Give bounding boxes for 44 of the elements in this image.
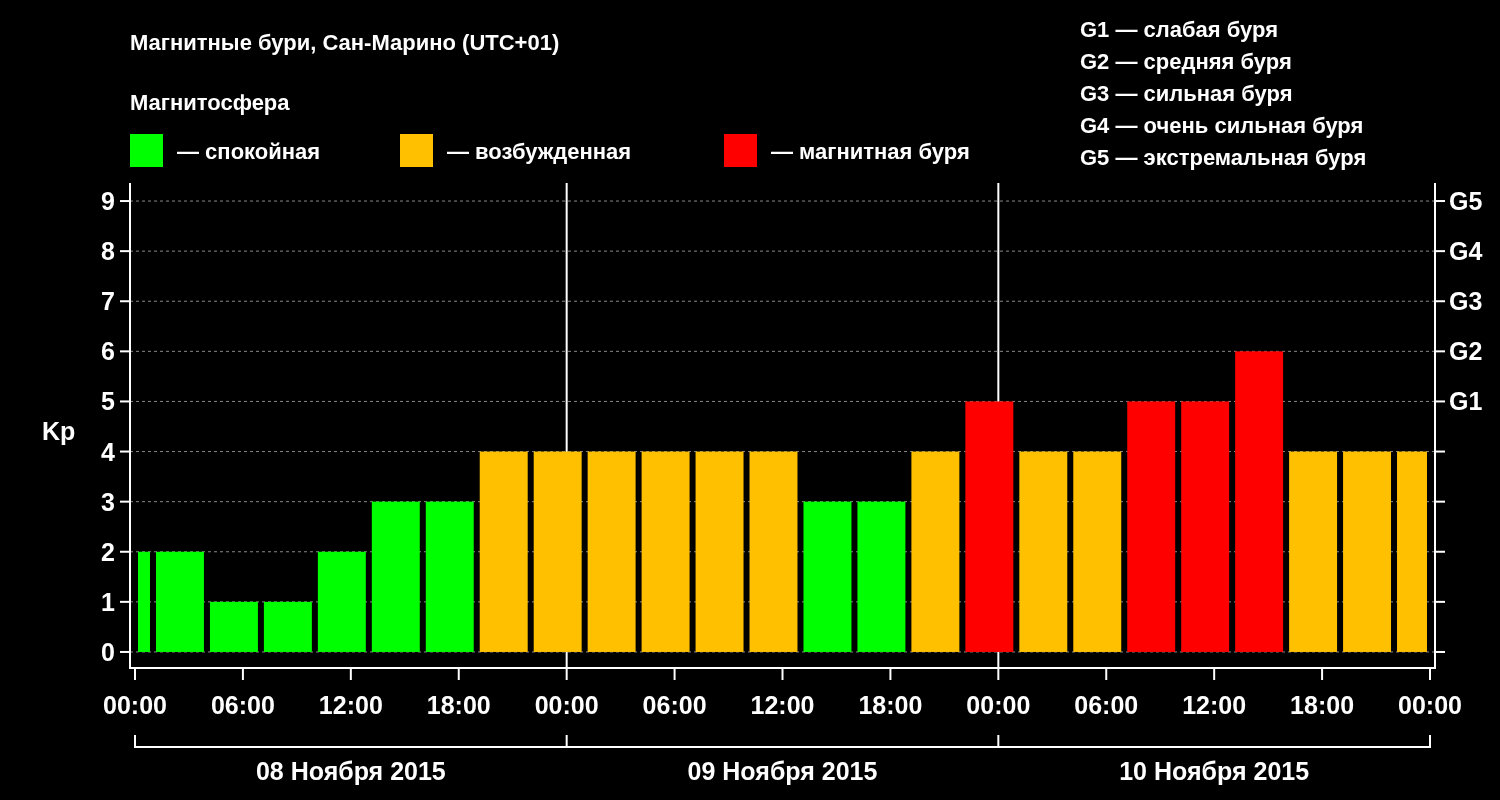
storm-level-label: G3	[1449, 287, 1483, 316]
storm-scale-label: G1 — слабая буря	[1080, 17, 1279, 42]
storm-level-label: G1	[1449, 387, 1483, 416]
x-tick-label: 12:00	[318, 691, 383, 719]
x-tick-label: 00:00	[103, 691, 167, 719]
storm-level-label: G5	[1449, 187, 1483, 216]
y-axis-label: Kp	[42, 417, 76, 445]
y-tick-label: 9	[101, 187, 115, 216]
storm-scale-label: G5 — экстремальная буря	[1080, 145, 1367, 170]
x-tick-label: 06:00	[642, 691, 707, 719]
x-tick-label: 18:00	[426, 691, 491, 719]
kp-bar	[209, 601, 258, 652]
x-tick-label: 12:00	[1182, 691, 1247, 719]
legend-label: — магнитная буря	[771, 139, 970, 164]
day-label: 09 Ноября 2015	[687, 757, 878, 785]
legend-title: Магнитосфера	[130, 90, 290, 115]
legend-label: — спокойная	[177, 139, 321, 164]
y-tick-label: 0	[101, 637, 115, 666]
storm-scale-label: G2 — средняя буря	[1080, 49, 1292, 74]
x-tick-label: 00:00	[966, 691, 1031, 719]
y-tick-label: 5	[101, 387, 115, 416]
y-tick-label: 8	[101, 237, 115, 266]
x-tick-label: 00:00	[1398, 691, 1462, 719]
y-tick-label: 4	[101, 437, 115, 466]
x-tick-label: 18:00	[858, 691, 923, 719]
kp-bar	[263, 601, 312, 652]
storm-level-label: G4	[1449, 237, 1483, 266]
chart-title: Магнитные бури, Сан-Марино (UTC+01)	[130, 30, 560, 55]
x-tick-label: 18:00	[1290, 691, 1355, 719]
y-tick-label: 2	[101, 537, 115, 566]
storm-scale-label: G3 — сильная буря	[1080, 81, 1293, 106]
x-tick-label: 06:00	[1074, 691, 1139, 719]
legend-label: — возбужденная	[447, 139, 632, 164]
y-tick-label: 3	[101, 487, 115, 516]
y-tick-label: 7	[101, 287, 115, 316]
day-label: 08 Ноября 2015	[255, 757, 446, 785]
y-tick-label: 1	[101, 587, 115, 616]
storm-level-label: G2	[1449, 337, 1483, 366]
x-tick-label: 06:00	[210, 691, 275, 719]
day-label: 10 Ноября 2015	[1119, 757, 1310, 785]
y-tick-label: 6	[101, 337, 115, 366]
storm-scale-label: G4 — очень сильная буря	[1080, 113, 1364, 138]
x-tick-label: 12:00	[750, 691, 815, 719]
x-tick-label: 00:00	[534, 691, 599, 719]
